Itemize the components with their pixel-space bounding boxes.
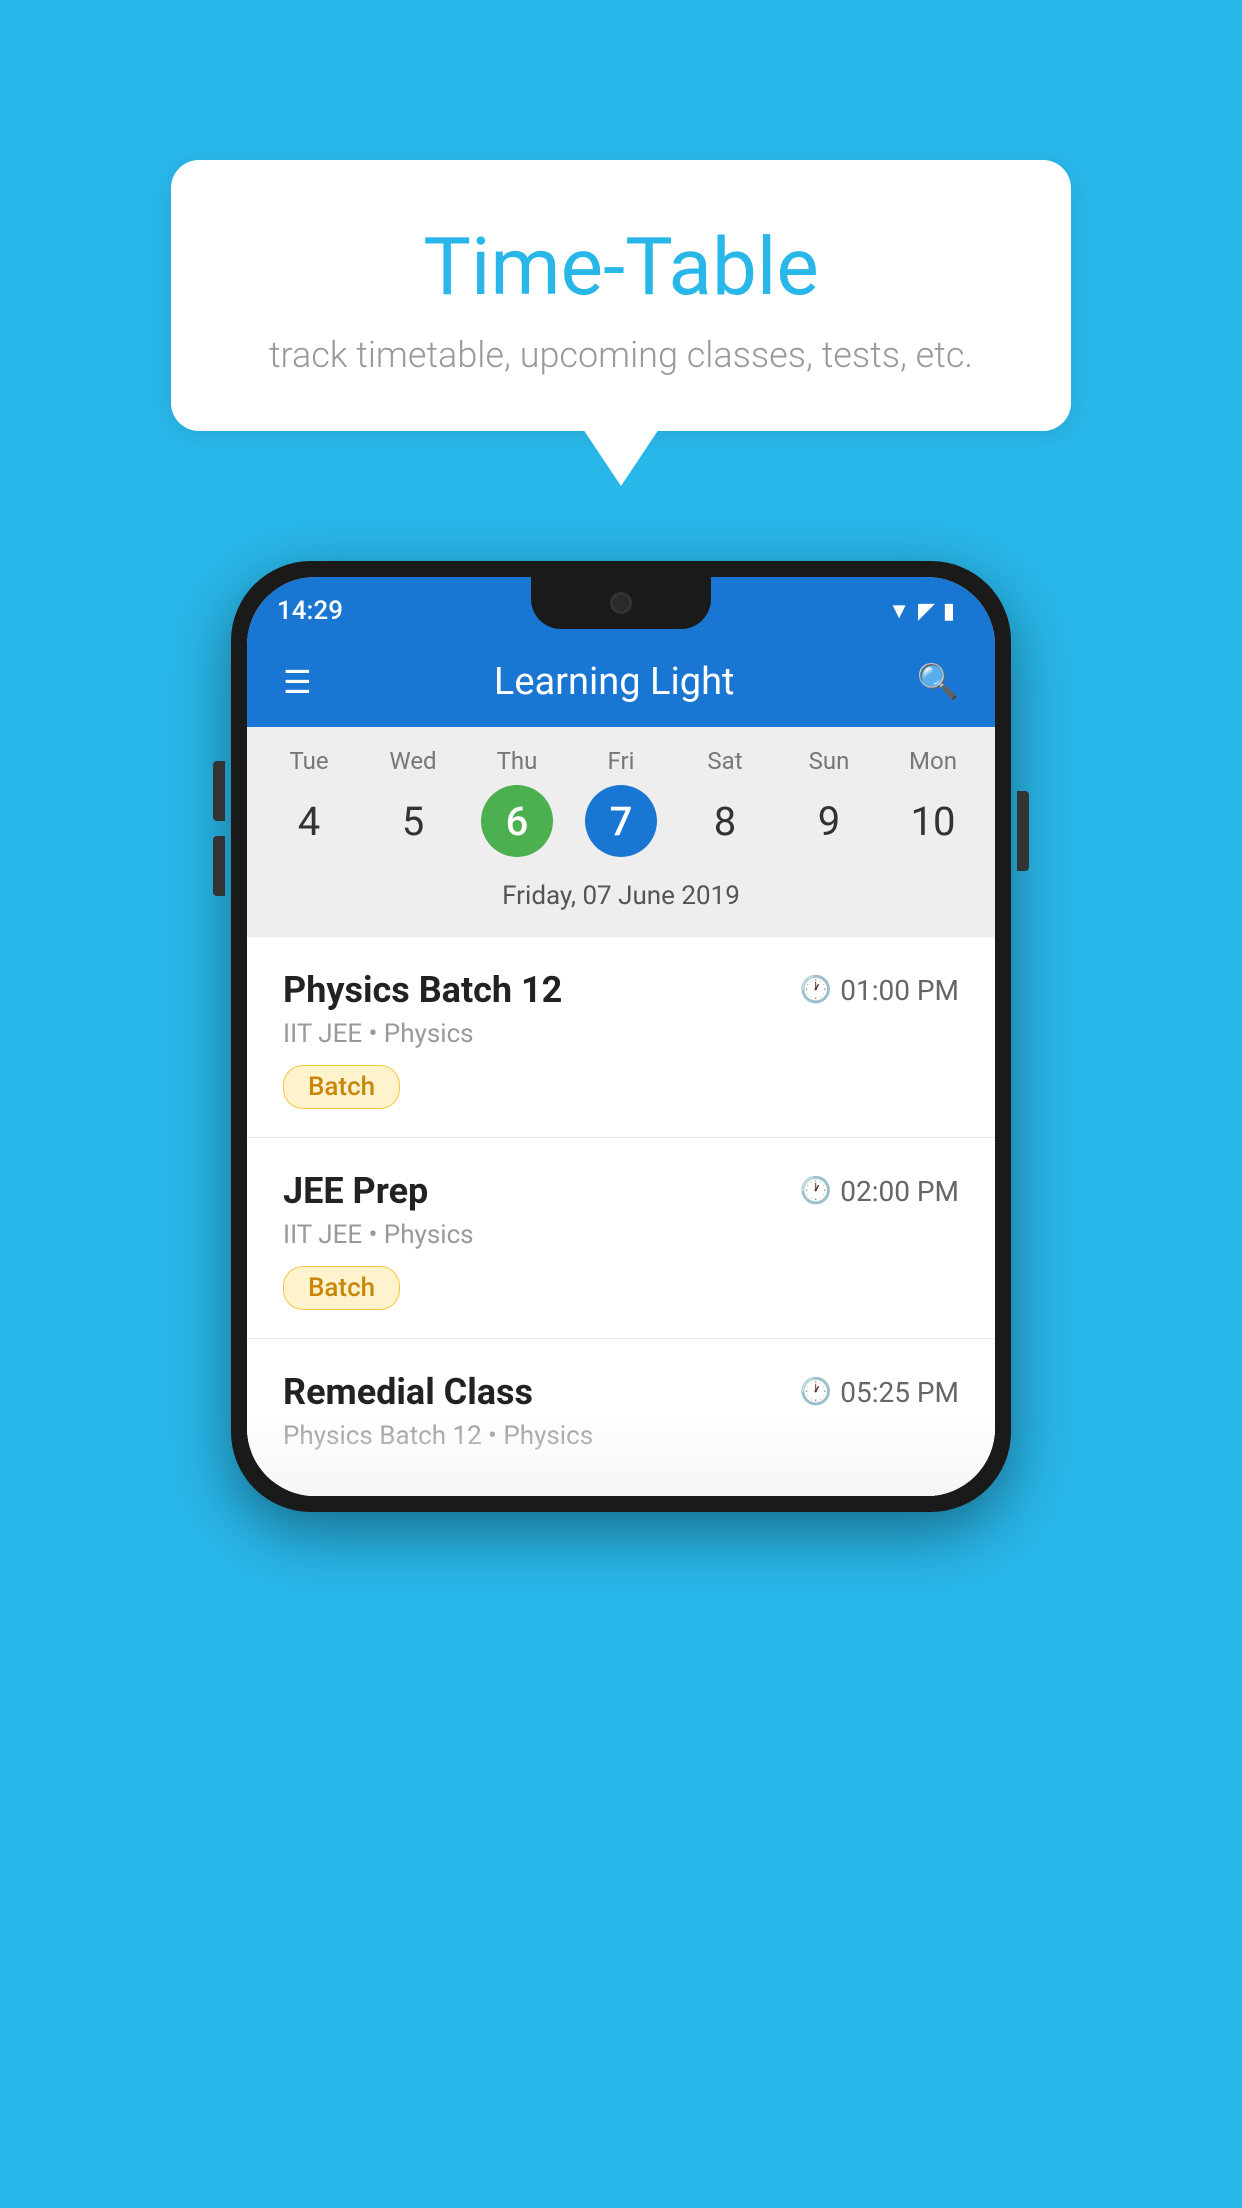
- calendar-day-sat[interactable]: Sat 8: [673, 747, 777, 857]
- front-camera: [610, 592, 632, 614]
- selected-date-label: Friday, 07 June 2019: [247, 869, 995, 927]
- battery-icon: ▮: [943, 599, 955, 624]
- status-time: 14:29: [277, 596, 343, 626]
- class-time: 🕐05:25 PM: [800, 1376, 959, 1409]
- class-name: Physics Batch 12: [283, 969, 562, 1011]
- hamburger-icon[interactable]: ☰: [283, 663, 312, 701]
- week-days-row: Tue 4 Wed 5 Thu 6 Fri 7 Sat 8 Sun 9 Mon 10: [247, 747, 995, 857]
- calendar-day-tue[interactable]: Tue 4: [257, 747, 361, 857]
- batch-badge: Batch: [283, 1065, 400, 1109]
- day-name-label: Sat: [707, 747, 742, 775]
- day-number-label[interactable]: 7: [585, 785, 657, 857]
- week-calendar: Tue 4 Wed 5 Thu 6 Fri 7 Sat 8 Sun 9 Mon 10 Friday, 07…: [247, 727, 995, 937]
- day-number-label[interactable]: 10: [897, 785, 969, 857]
- day-number-label[interactable]: 6: [481, 785, 553, 857]
- search-icon[interactable]: 🔍: [917, 662, 959, 702]
- day-name-label: Tue: [289, 747, 328, 775]
- class-subject: Physics Batch 12 • Physics: [283, 1421, 959, 1451]
- phone-outer: 14:29 ▼ ◤ ▮ ☰ Learning Light 🔍 Tue4Wed5T…: [231, 561, 1011, 1512]
- clock-icon: 🕐: [800, 1176, 832, 1206]
- class-item[interactable]: Physics Batch 12 🕐01:00 PM IIT JEE • Physi…: [247, 937, 995, 1138]
- calendar-day-fri[interactable]: Fri 7: [569, 747, 673, 857]
- class-item-top: Remedial Class 🕐05:25 PM: [283, 1371, 959, 1413]
- calendar-day-wed[interactable]: Wed 5: [361, 747, 465, 857]
- class-time: 🕐01:00 PM: [800, 974, 959, 1007]
- tooltip-card: Time-Table track timetable, upcoming cla…: [171, 160, 1071, 431]
- calendar-day-thu[interactable]: Thu 6: [465, 747, 569, 857]
- day-number-label[interactable]: 5: [377, 785, 449, 857]
- class-name: Remedial Class: [283, 1371, 533, 1413]
- clock-icon: 🕐: [800, 1377, 832, 1407]
- volume-down-button: [213, 836, 225, 896]
- power-button: [1017, 791, 1029, 871]
- tooltip-title: Time-Table: [231, 220, 1011, 314]
- day-name-label: Mon: [909, 747, 957, 775]
- clock-icon: 🕐: [800, 975, 832, 1005]
- phone-notch: [531, 577, 711, 629]
- app-bar-title: Learning Light: [494, 660, 735, 704]
- class-item-top: Physics Batch 12 🕐01:00 PM: [283, 969, 959, 1011]
- class-item[interactable]: Remedial Class 🕐05:25 PM Physics Batch 12 …: [247, 1339, 995, 1496]
- batch-badge: Batch: [283, 1266, 400, 1310]
- status-icons: ▼ ◤ ▮: [888, 598, 955, 624]
- phone-mockup: 14:29 ▼ ◤ ▮ ☰ Learning Light 🔍 Tue4Wed5T…: [231, 561, 1011, 1512]
- day-number-label[interactable]: 9: [793, 785, 865, 857]
- signal-icon: ◤: [918, 599, 935, 624]
- phone-screen: 14:29 ▼ ◤ ▮ ☰ Learning Light 🔍 Tue4Wed5T…: [247, 577, 995, 1496]
- day-name-label: Sun: [809, 747, 850, 775]
- calendar-day-mon[interactable]: Mon 10: [881, 747, 985, 857]
- class-time: 🕐02:00 PM: [800, 1175, 959, 1208]
- wifi-icon: ▼: [888, 598, 910, 624]
- class-name: JEE Prep: [283, 1170, 428, 1212]
- class-item[interactable]: JEE Prep 🕐02:00 PM IIT JEE • Physics Batch: [247, 1138, 995, 1339]
- class-item-top: JEE Prep 🕐02:00 PM: [283, 1170, 959, 1212]
- day-name-label: Wed: [389, 747, 436, 775]
- app-bar: ☰ Learning Light 🔍: [247, 637, 995, 727]
- day-name-label: Fri: [608, 747, 635, 775]
- day-number-label[interactable]: 8: [689, 785, 761, 857]
- calendar-day-sun[interactable]: Sun 9: [777, 747, 881, 857]
- volume-up-button: [213, 761, 225, 821]
- tooltip-subtitle: track timetable, upcoming classes, tests…: [231, 334, 1011, 376]
- class-subject: IIT JEE • Physics: [283, 1220, 959, 1250]
- day-name-label: Thu: [497, 747, 538, 775]
- day-number-label[interactable]: 4: [273, 785, 345, 857]
- class-list: Physics Batch 12 🕐01:00 PM IIT JEE • Physi…: [247, 937, 995, 1496]
- class-subject: IIT JEE • Physics: [283, 1019, 959, 1049]
